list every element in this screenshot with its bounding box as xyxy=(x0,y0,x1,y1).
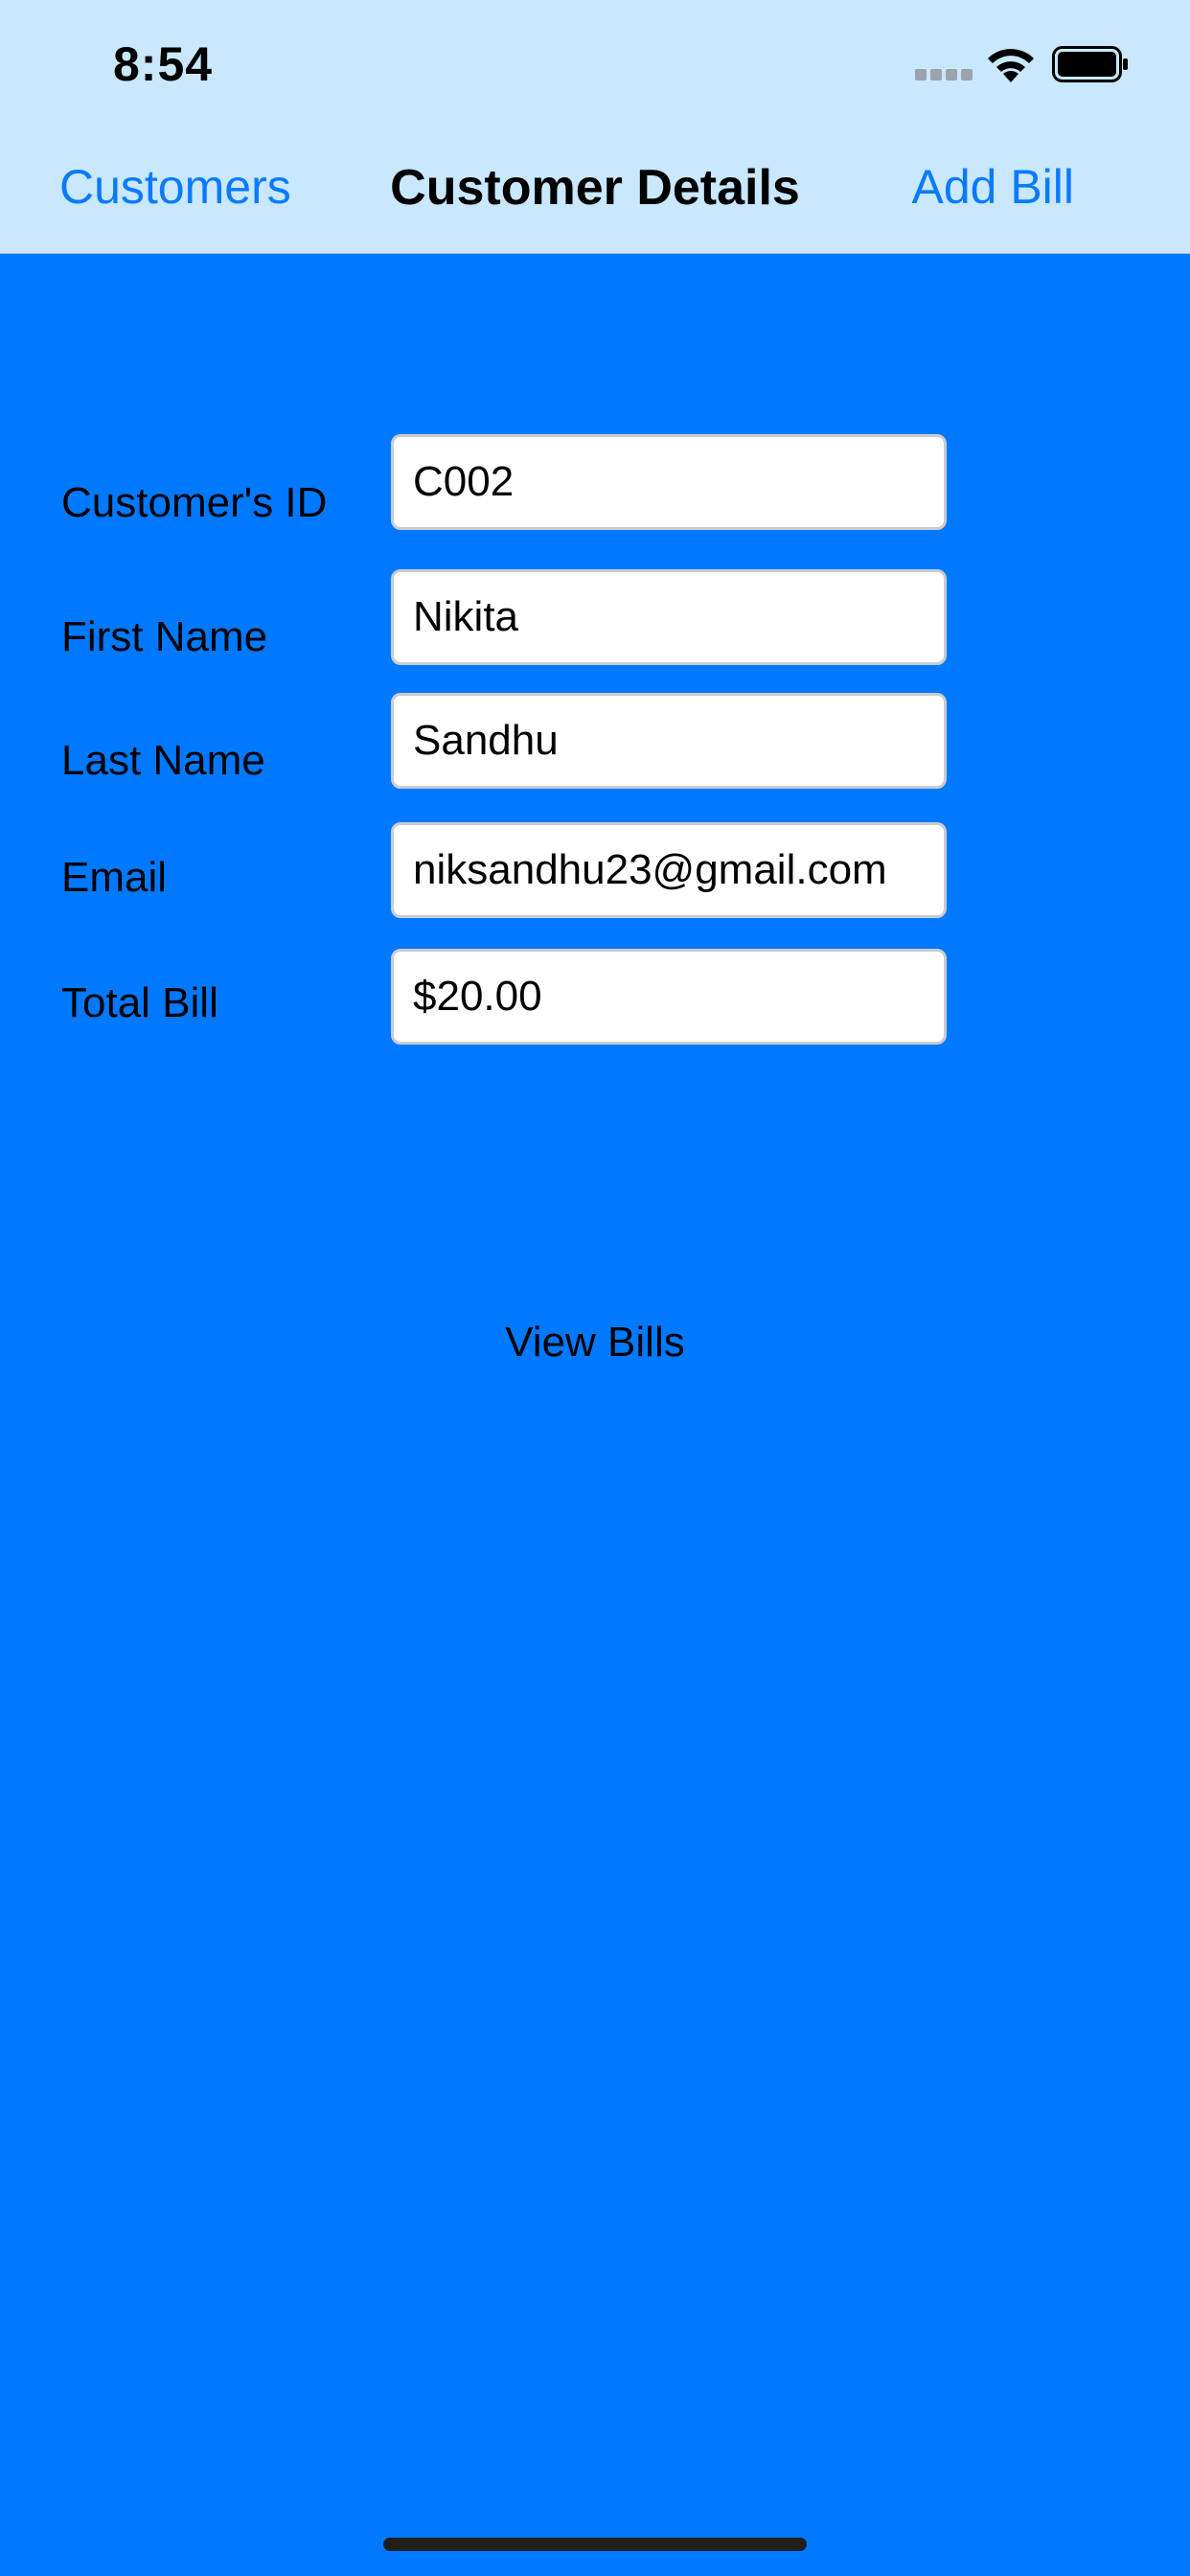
customer-id-field[interactable] xyxy=(391,434,947,530)
total-bill-label: Total Bill xyxy=(61,979,218,1026)
email-field[interactable] xyxy=(391,822,947,918)
last-name-label: Last Name xyxy=(61,737,265,784)
status-time: 8:54 xyxy=(113,37,214,91)
total-bill-field[interactable] xyxy=(391,949,947,1045)
wifi-icon xyxy=(988,49,1034,82)
first-name-label: First Name xyxy=(61,613,268,660)
battery-icon xyxy=(1052,46,1128,82)
email-label: Email xyxy=(61,854,168,901)
last-name-field[interactable] xyxy=(391,693,947,789)
navigation-header: 8:54 Customers Customer Details Add Bill xyxy=(0,0,1190,254)
first-name-field[interactable] xyxy=(391,569,947,665)
customer-id-label: Customer's ID xyxy=(61,479,328,526)
view-bills-button[interactable]: View Bills xyxy=(0,1319,1190,1367)
home-indicator[interactable] xyxy=(383,2538,807,2551)
add-bill-button[interactable]: Add Bill xyxy=(911,159,1074,215)
cellular-signal-icon xyxy=(915,69,973,80)
